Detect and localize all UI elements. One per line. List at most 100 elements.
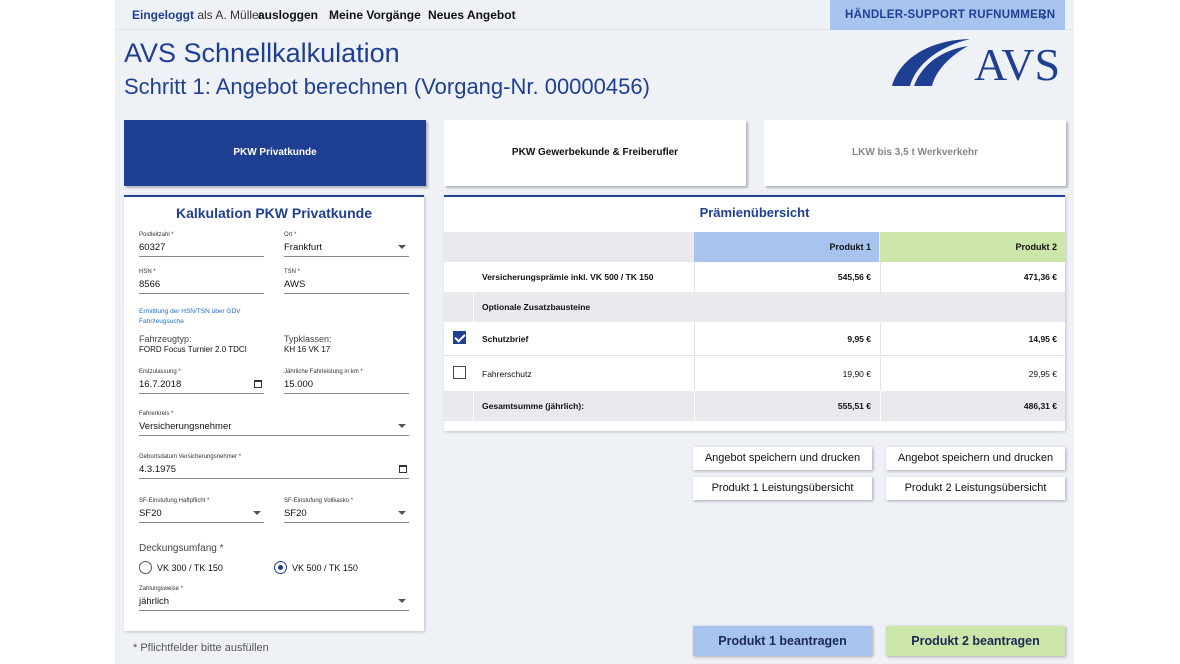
plz-input[interactable]: 60327: [139, 241, 264, 257]
vehicle-type-info: Fahrzeugtyp: FORD Focus Turnier 2.0 TDCI: [139, 334, 279, 354]
required-fields-hint: * Pflichtfelder bitte ausfüllen: [133, 642, 269, 654]
radio-vk300-label: VK 300 / TK 150: [157, 563, 223, 573]
dropdown-caret-icon: [398, 511, 406, 515]
calculation-form: Kalkulation PKW Privatkunde Postleitzahl…: [124, 195, 424, 631]
tab-pkw-privatkunde[interactable]: PKW Privatkunde: [124, 120, 426, 186]
fahrerkreis-label: Fahrerkreis *: [139, 411, 174, 417]
vehicle-type-value: FORD Focus Turnier 2.0 TDCI: [139, 345, 247, 354]
top-bar: Eingeloggt als A. Müller ausloggen Meine…: [115, 0, 1074, 30]
zahlungsweise-field: Zahlungsweise * jährlich: [139, 586, 409, 611]
tsn-label: TSN *: [284, 269, 301, 275]
ort-field: Ort * Frankfurt: [284, 232, 409, 257]
sf-vollkasko-field: SF-Einstufung Vollkasko * SF20: [284, 498, 409, 523]
optional-label: Optionale Zusatzbausteine: [482, 302, 591, 312]
total-label: Gesamtsumme (jährlich):: [482, 401, 585, 411]
checkbox-unchecked-icon[interactable]: [453, 366, 466, 379]
radio-unchecked-icon: [139, 561, 152, 574]
fahrerkreis-select[interactable]: Versicherungsnehmer: [139, 420, 409, 436]
radio-vk500[interactable]: VK 500 / TK 150: [274, 561, 358, 575]
zahlungsweise-select[interactable]: jährlich: [139, 595, 409, 611]
product-2-overview-button[interactable]: Produkt 2 Leistungsübersicht: [886, 477, 1065, 500]
chevron-down-icon: ⌄: [1038, 8, 1049, 22]
col-produkt-1: Produkt 1: [694, 232, 879, 262]
hsn-input[interactable]: 8566: [139, 278, 264, 294]
calendar-icon[interactable]: [254, 380, 262, 388]
tab-lkw-werkverkehr[interactable]: LKW bis 3,5 t Werkverkehr: [764, 120, 1066, 186]
sf-vollkasko-value: SF20: [284, 508, 307, 519]
tab-pkw-gewerbekunde[interactable]: PKW Gewerbekunde & Freiberufler: [444, 120, 746, 186]
premium-value-2: 471,36 €: [880, 262, 1065, 292]
geburtsdatum-input[interactable]: 4.3.1975: [139, 463, 409, 479]
erstzulassung-input[interactable]: 16.7.2018: [139, 378, 264, 394]
hsn-lookup-link[interactable]: Ermittlung der HSN/TSN über GDV Fahrzeug…: [139, 307, 269, 327]
page-header: AVS Schnellkalkulation Schritt 1: Angebo…: [115, 31, 1074, 109]
total-value-2: 486,31 €: [880, 391, 1065, 421]
table-row: Schutzbrief 9,95 € 14,95 €: [444, 322, 1065, 356]
ort-value: Frankfurt: [284, 242, 323, 253]
erstzulassung-value: 16.7.2018: [139, 379, 182, 390]
deckungsumfang-label: Deckungsumfang *: [139, 543, 224, 554]
vehicle-type-label: Fahrzeugtyp:: [139, 334, 192, 344]
type-classes-label: Typklassen:: [284, 334, 332, 344]
dropdown-caret-icon: [398, 599, 406, 603]
fahrerkreis-value: Versicherungsnehmer: [139, 421, 232, 432]
zahlungsweise-value: jährlich: [139, 596, 170, 607]
new-offer-link[interactable]: Neues Angebot: [428, 0, 516, 30]
sf-haftpflicht-value: SF20: [139, 508, 162, 519]
save-print-button-1[interactable]: Angebot speichern und drucken: [693, 447, 872, 470]
page-title: AVS Schnellkalkulation: [124, 38, 400, 68]
logo-text: AVS: [974, 39, 1060, 88]
hsn-label: HSN *: [139, 269, 156, 275]
plz-label: Postleitzahl *: [139, 232, 174, 238]
apply-product-1-button[interactable]: Produkt 1 beantragen: [693, 626, 872, 656]
product-1-overview-button[interactable]: Produkt 1 Leistungsübersicht: [693, 477, 872, 500]
avs-logo: AVS: [892, 39, 1060, 88]
dropdown-caret-icon: [253, 511, 261, 515]
fahrleistung-label: Jährliche Fahrleistung in km *: [284, 369, 363, 375]
page-subtitle: Schritt 1: Angebot berechnen (Vorgang-Nr…: [124, 74, 650, 99]
option-label: Schutzbrief: [482, 333, 529, 344]
radio-checked-icon: [274, 561, 287, 574]
login-status: Eingeloggt als A. Müller: [132, 0, 263, 30]
zahlungsweise-label: Zahlungsweise *: [139, 586, 184, 592]
row-spacer: [444, 391, 474, 421]
premium-title: Prämienübersicht: [699, 205, 810, 220]
premium-value-1: 545,56 €: [694, 262, 879, 292]
checkbox-checked-icon[interactable]: [453, 331, 466, 344]
support-numbers-dropdown[interactable]: HÄNDLER-SUPPORT RUFNUMMERN ⌄: [830, 0, 1065, 30]
tsn-input[interactable]: AWS: [284, 278, 409, 294]
geburtsdatum-label: Geburtsdatum Versicherungsnehmer *: [139, 454, 242, 460]
fahrleistung-input[interactable]: 15.000: [284, 378, 409, 394]
sf-haftpflicht-field: SF-Einstufung Haftpflicht * SF20: [139, 498, 264, 523]
ort-select[interactable]: Frankfurt: [284, 241, 409, 257]
erstzulassung-field: Erstzulassung * 16.7.2018: [139, 369, 264, 394]
table-row: Optionale Zusatzbausteine: [444, 292, 1065, 322]
page: Eingeloggt als A. Müller ausloggen Meine…: [115, 0, 1074, 664]
option-value-1: 19,90 €: [694, 357, 879, 391]
tsn-field: TSN * AWS: [284, 269, 409, 294]
radio-vk300[interactable]: VK 300 / TK 150: [139, 561, 223, 575]
option-value-2: 14,95 €: [880, 322, 1065, 355]
total-value-1: 555,51 €: [694, 391, 879, 421]
sf-vollkasko-select[interactable]: SF20: [284, 507, 409, 523]
sf-haftpflicht-select[interactable]: SF20: [139, 507, 264, 523]
calendar-icon[interactable]: [399, 465, 407, 473]
option-value-1: 9,95 €: [694, 322, 879, 355]
hsn-field: HSN * 8566: [139, 269, 264, 294]
option-value-2: 29,95 €: [880, 357, 1065, 391]
logged-in-label: Eingeloggt: [132, 8, 194, 22]
my-processes-link[interactable]: Meine Vorgänge: [329, 0, 421, 30]
logout-link[interactable]: ausloggen: [258, 0, 318, 30]
apply-product-2-button[interactable]: Produkt 2 beantragen: [886, 626, 1065, 656]
geburtsdatum-value: 4.3.1975: [139, 464, 176, 475]
form-title: Kalkulation PKW Privatkunde: [175, 205, 373, 221]
premium-overview: Prämienübersicht Produkt 1 Produkt 2 Ver…: [444, 195, 1065, 431]
type-classes-info: Typklassen: KH 16 VK 17: [284, 334, 409, 354]
row-spacer: [444, 292, 474, 322]
save-print-button-2[interactable]: Angebot speichern und drucken: [886, 447, 1065, 470]
option-label: Fahrerschutz: [482, 369, 532, 379]
col-produkt-2: Produkt 2: [880, 232, 1065, 262]
fahrerkreis-field: Fahrerkreis * Versicherungsnehmer: [139, 411, 409, 436]
radio-vk500-label: VK 500 / TK 150: [292, 563, 358, 573]
sf-haftpflicht-label: SF-Einstufung Haftpflicht *: [139, 498, 210, 504]
